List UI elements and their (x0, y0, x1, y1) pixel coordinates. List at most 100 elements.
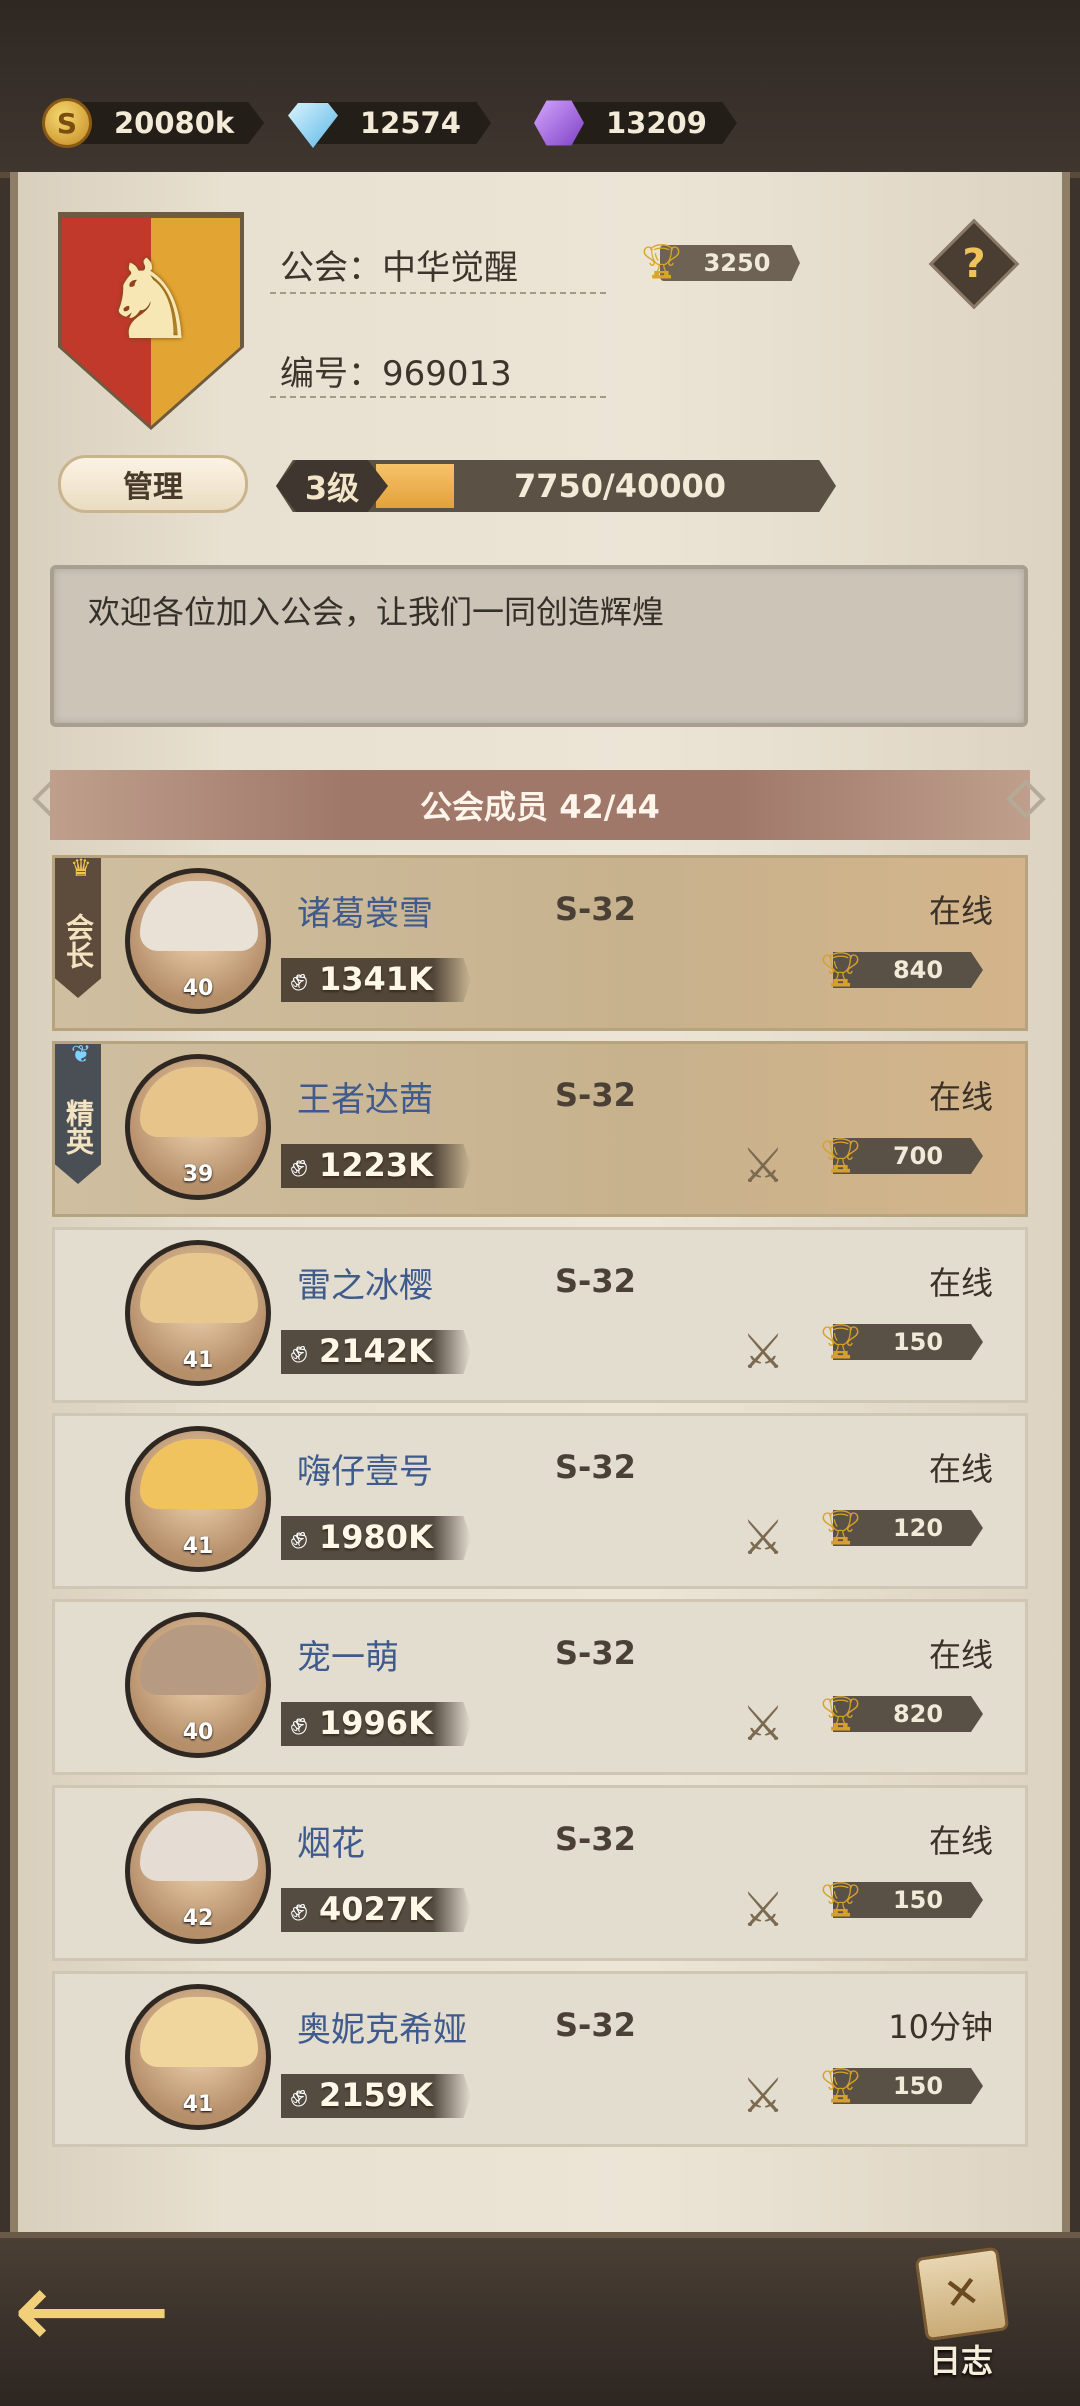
fist-icon: ✊︎ (290, 1146, 308, 1184)
member-level: 40 (182, 976, 214, 1001)
member-name: 雷之冰樱 (297, 1266, 433, 1306)
member-name: 诸葛裳雪 (297, 894, 433, 934)
member-row[interactable]: 40 宠一萌 S-32 在线 ✊︎ 1996K ⚔︎ 820 🏆︎ (52, 1599, 1028, 1775)
member-name: 宠一萌 (297, 1638, 399, 1678)
member-avatar[interactable]: 40 (125, 868, 271, 1014)
member-name: 烟花 (297, 1824, 365, 1864)
member-avatar[interactable]: 40 (125, 1612, 271, 1758)
fist-icon: ✊︎ (290, 1518, 308, 1556)
member-rank-label: 精英 (62, 1099, 95, 1155)
fist-icon: ✊︎ (290, 1704, 308, 1742)
member-status: 在线 (928, 1636, 993, 1674)
members-header: 公会成员 42/44 (50, 770, 1030, 840)
trophy-icon: 🏆︎ (819, 1322, 863, 1362)
member-status: 在线 (928, 1264, 993, 1302)
member-level: 39 (182, 1162, 214, 1187)
avatar-portrait (140, 1067, 258, 1137)
avatar-portrait (140, 1625, 258, 1695)
member-power: 2159K (319, 2076, 433, 2114)
guild-level-badge: 3级 (276, 460, 388, 512)
member-avatar[interactable]: 41 (125, 1984, 271, 2130)
member-power: 1980K (319, 1518, 433, 1556)
crossed-swords-icon: ⚔︎ (741, 1324, 785, 1380)
member-server: S-32 (555, 890, 636, 928)
member-row[interactable]: 41 奥妮克希娅 S-32 10分钟 ✊︎ 2159K ⚔︎ 150 🏆︎ (52, 1971, 1028, 2147)
divider (270, 292, 606, 294)
gold-coin-icon: S (42, 98, 92, 148)
member-status: 在线 (928, 892, 993, 930)
guild-notice-text: 欢迎各位加入公会，让我们一同创造辉煌 (88, 593, 665, 631)
wings-icon: ❦ (67, 1040, 95, 1068)
gold-amount: 20080k (64, 102, 265, 144)
member-power: 1223K (319, 1146, 433, 1184)
member-level: 41 (182, 1348, 214, 1373)
member-power: 2142K (319, 1332, 433, 1370)
trophy-icon: 🏆︎ (819, 1508, 863, 1548)
divider (270, 396, 606, 398)
member-row[interactable]: ♛ 会长 40 诸葛裳雪 S-32 在线 ✊︎ 1341K 840 🏆︎ (52, 855, 1028, 1031)
member-name: 王者达茜 (297, 1080, 433, 1120)
crossed-swords-icon: ⚔︎ (741, 1138, 785, 1194)
crossed-swords-icon: ⚔︎ (741, 2068, 785, 2124)
member-row[interactable]: 42 烟花 S-32 在线 ✊︎ 4027K ⚔︎ 150 🏆︎ (52, 1785, 1028, 1961)
member-rank-badge: ♛ 会长 (55, 858, 101, 998)
fist-icon: ✊︎ (290, 1332, 308, 1370)
member-row[interactable]: 41 嗨仔壹号 S-32 在线 ✊︎ 1980K ⚔︎ 120 🏆︎ (52, 1413, 1028, 1589)
member-server: S-32 (555, 1634, 636, 1672)
member-avatar[interactable]: 41 (125, 1240, 271, 1386)
member-level: 41 (182, 2092, 214, 2117)
crossed-swords-icon: ⚔︎ (741, 1510, 785, 1566)
crown-icon: ♛ (67, 854, 95, 882)
member-level: 42 (182, 1906, 214, 1931)
trophy-icon: 🏆︎ (640, 242, 684, 282)
member-avatar[interactable]: 39 (125, 1054, 271, 1200)
trophy-icon: 🏆︎ (819, 1694, 863, 1734)
log-button[interactable]: ✕ 日志 (906, 2246, 1016, 2380)
guild-exp-text: 7750/40000 (513, 467, 727, 505)
avatar-portrait (140, 1997, 258, 2067)
gold-currency: S 20080k (42, 98, 265, 148)
fist-icon: ✊︎ (290, 1890, 308, 1928)
member-rank-label: 会长 (62, 913, 95, 969)
member-server: S-32 (555, 1262, 636, 1300)
member-name: 奥妮克希娅 (297, 2010, 467, 2050)
member-row[interactable]: ❦ 精英 39 王者达茜 S-32 在线 ✊︎ 1223K ⚔︎ 700 🏆︎ (52, 1041, 1028, 1217)
purple-gem-currency: 13209 (534, 98, 737, 148)
member-server: S-32 (555, 1076, 636, 1114)
member-status: 在线 (928, 1078, 993, 1116)
question-icon: ? (962, 241, 986, 287)
diamond-currency: 12574 (288, 98, 491, 148)
trophy-icon: 🏆︎ (819, 2066, 863, 2106)
avatar-portrait (140, 1811, 258, 1881)
member-rank-badge: ❦ 精英 (55, 1044, 101, 1184)
member-status: 在线 (928, 1450, 993, 1488)
log-label: 日志 (928, 2342, 993, 2380)
member-avatar[interactable]: 41 (125, 1426, 271, 1572)
fist-icon: ✊︎ (290, 960, 308, 998)
member-server: S-32 (555, 1448, 636, 1486)
fist-icon: ✊︎ (290, 2076, 308, 2114)
member-server: S-32 (555, 2006, 636, 2044)
member-power: 1341K (319, 960, 433, 998)
avatar-portrait (140, 1253, 258, 1323)
trophy-icon: 🏆︎ (819, 1880, 863, 1920)
member-name: 嗨仔壹号 (297, 1452, 433, 1492)
guild-id: 编号：969013 (280, 354, 512, 394)
currency-bar (0, 0, 1080, 178)
scroll-icon: ✕ (914, 2246, 1010, 2342)
member-server: S-32 (555, 1820, 636, 1858)
lion-icon: ♞ (100, 236, 200, 364)
crossed-swords-icon: ⚔︎ (741, 1882, 785, 1938)
back-arrow-icon[interactable]: ⟵ (12, 2255, 172, 2365)
crossed-swords-icon: ⚔︎ (741, 1696, 785, 1752)
member-power: 1996K (319, 1704, 433, 1742)
member-avatar[interactable]: 42 (125, 1798, 271, 1944)
member-status: 在线 (928, 1822, 993, 1860)
trophy-icon: 🏆︎ (819, 1136, 863, 1176)
member-row[interactable]: 41 雷之冰樱 S-32 在线 ✊︎ 2142K ⚔︎ 150 🏆︎ (52, 1227, 1028, 1403)
diamond-amount: 12574 (310, 102, 491, 144)
guild-notice-box[interactable]: 欢迎各位加入公会，让我们一同创造辉煌 (50, 565, 1028, 727)
member-level: 40 (182, 1720, 214, 1745)
trophy-icon: 🏆︎ (819, 950, 863, 990)
manage-button[interactable]: 管理 (58, 455, 248, 513)
